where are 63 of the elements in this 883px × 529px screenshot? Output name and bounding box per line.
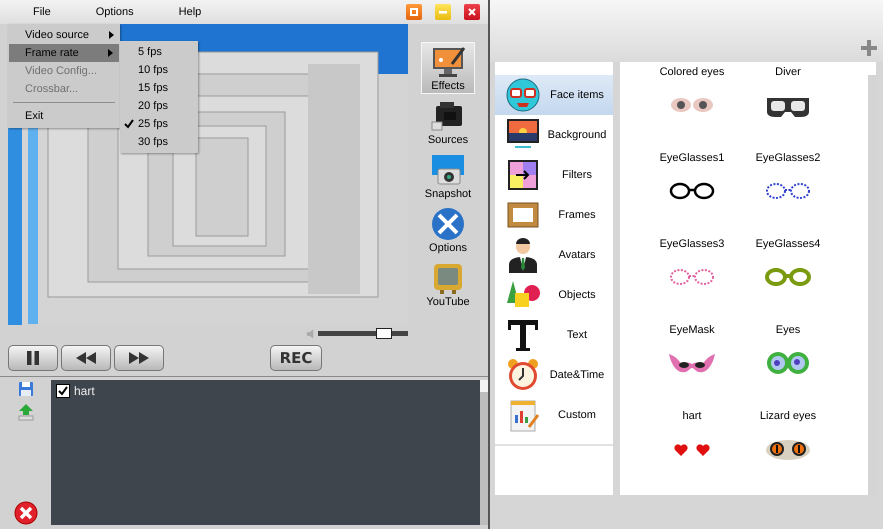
mask-icon bbox=[505, 77, 541, 113]
filter-icon bbox=[505, 157, 541, 193]
toolbar-button[interactable]: Snapshot bbox=[421, 150, 475, 202]
toolbar-button[interactable]: Options bbox=[421, 204, 475, 256]
restore-icon bbox=[410, 8, 418, 16]
checkbox[interactable] bbox=[56, 384, 70, 398]
menu-item[interactable]: 10 fps bbox=[138, 64, 168, 76]
pause-icon bbox=[25, 350, 41, 366]
item-label: Eyes bbox=[776, 324, 800, 338]
fast-forward-button[interactable] bbox=[114, 345, 164, 371]
menu-item[interactable]: Video source bbox=[8, 26, 120, 44]
category-item[interactable]: Avatars bbox=[495, 235, 613, 275]
toolbar-button[interactable]: YouTube bbox=[421, 258, 475, 310]
serif-t-icon bbox=[505, 317, 541, 353]
effects-icon bbox=[430, 44, 466, 80]
delete-icon[interactable] bbox=[14, 501, 38, 525]
category-item[interactable]: Text bbox=[495, 315, 613, 355]
category-item[interactable]: Custom bbox=[495, 395, 613, 435]
item-label: Diver bbox=[775, 66, 801, 80]
toolbar-button[interactable]: Effects bbox=[421, 42, 475, 94]
category-item[interactable]: Frames bbox=[495, 195, 613, 235]
restore-button[interactable] bbox=[406, 4, 422, 20]
add-icon[interactable] bbox=[861, 40, 877, 56]
pause-button[interactable] bbox=[8, 345, 58, 371]
fast-forward-icon bbox=[128, 352, 150, 364]
scrollbar[interactable] bbox=[480, 380, 488, 525]
rewind-icon bbox=[75, 352, 97, 364]
submenu-arrow-icon bbox=[109, 31, 114, 39]
slider-thumb[interactable] bbox=[376, 328, 392, 339]
category-item[interactable]: Objects bbox=[495, 275, 613, 315]
record-button[interactable]: REC bbox=[270, 345, 322, 371]
rewind-button[interactable] bbox=[61, 345, 111, 371]
category-item[interactable]: Filters bbox=[495, 155, 613, 195]
menu-item[interactable]: Frame rate bbox=[9, 44, 119, 62]
item-label: hart bbox=[682, 410, 702, 424]
close-icon bbox=[468, 8, 476, 16]
menu-item[interactable]: File bbox=[26, 6, 58, 18]
category-item[interactable]: Background bbox=[495, 115, 613, 155]
menu-item[interactable]: Options bbox=[88, 6, 141, 18]
save-icon[interactable] bbox=[18, 381, 34, 397]
category-item[interactable]: Face items bbox=[495, 75, 613, 115]
item-label: Colored eyes bbox=[660, 66, 724, 80]
item-label: EyeMask bbox=[669, 324, 715, 338]
submenu-arrow-icon bbox=[108, 49, 113, 57]
menu-item[interactable]: 15 fps bbox=[138, 82, 168, 94]
item-label: EyeGlasses4 bbox=[756, 238, 820, 252]
item-label: Lizard eyes bbox=[760, 410, 816, 424]
item-label: EyeGlasses1 bbox=[660, 152, 724, 166]
menu-item[interactable]: 20 fps bbox=[138, 100, 168, 112]
tools-icon bbox=[430, 206, 466, 242]
close-button[interactable] bbox=[464, 4, 480, 20]
item-label: EyeGlasses2 bbox=[756, 152, 820, 166]
category-item[interactable]: Date&Time bbox=[495, 355, 613, 395]
menu-item[interactable]: Exit bbox=[8, 107, 120, 125]
menu-item[interactable]: Help bbox=[172, 6, 208, 18]
item-label: EyeGlasses3 bbox=[660, 238, 724, 252]
menu-item[interactable]: 25 fps bbox=[138, 118, 168, 130]
menu-item[interactable]: 30 fps bbox=[138, 136, 168, 148]
toolbar-button[interactable]: Sources bbox=[421, 96, 475, 148]
minimize-icon bbox=[439, 8, 447, 16]
alarm-clock-icon bbox=[505, 357, 541, 393]
effect-label: hart bbox=[74, 384, 95, 398]
menu-item[interactable]: 5 fps bbox=[138, 46, 162, 58]
